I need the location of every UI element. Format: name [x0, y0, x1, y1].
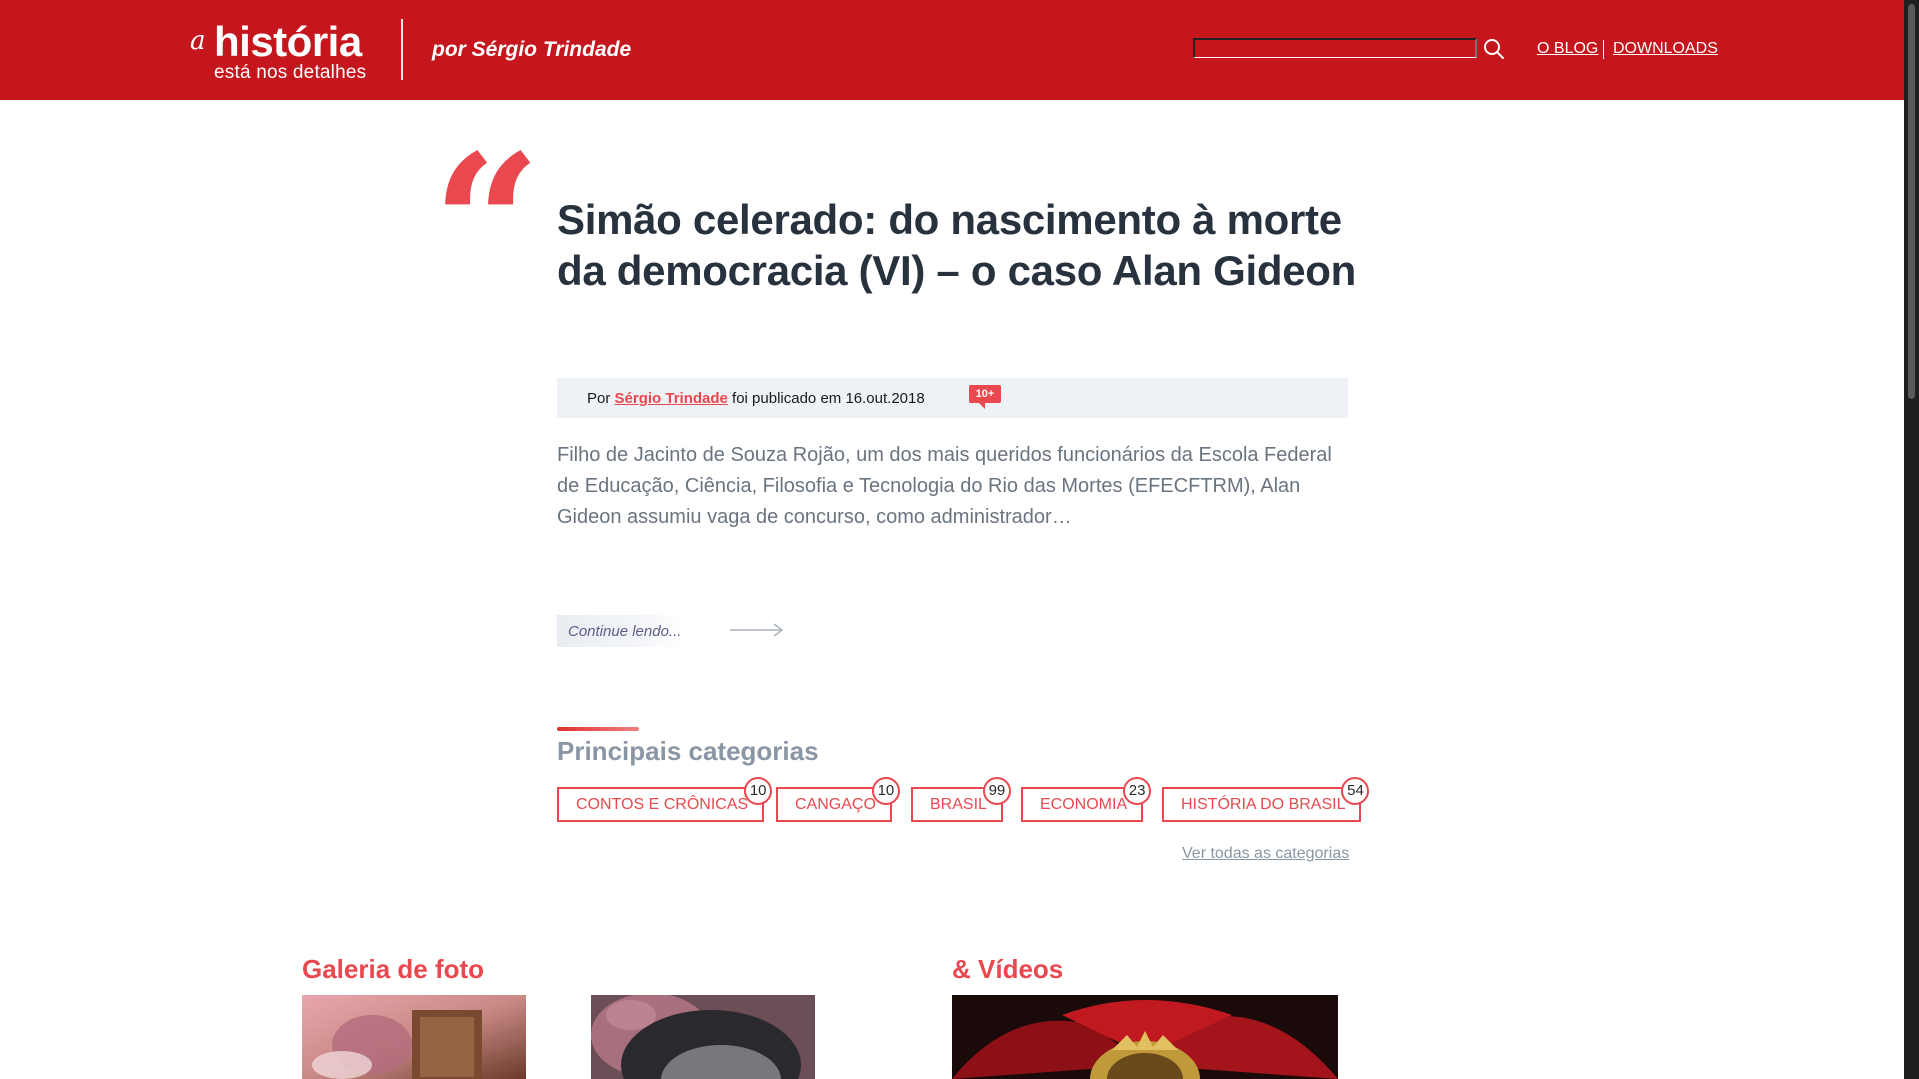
- post-excerpt: Filho de Jacinto de Souza Rojão, um dos …: [557, 444, 1332, 528]
- post-meta: Por Sérgio Trindade foi publicado em 16.…: [587, 390, 925, 407]
- author-link[interactable]: Sérgio Trindade: [615, 390, 728, 407]
- comment-count-badge[interactable]: 10+: [969, 385, 1001, 409]
- category-label: HISTÓRIA DO BRASIL: [1181, 796, 1346, 813]
- search-input[interactable]: [1193, 38, 1477, 58]
- photo-gallery-title: Galeria de foto: [302, 954, 485, 984]
- gallery-photo-image: [591, 995, 815, 1079]
- gallery-photo-image: [302, 995, 526, 1079]
- video-thumbnail-image: [952, 995, 1338, 1079]
- logo-title: história: [214, 18, 362, 65]
- gallery-photo[interactable]: [302, 995, 526, 1079]
- category-label: CANGAÇO: [795, 796, 876, 813]
- video-thumbnail[interactable]: [952, 995, 1338, 1079]
- meta-prefix: Por: [587, 390, 611, 407]
- continue-reading-button[interactable]: Continue lendo...: [557, 615, 682, 647]
- category-label: ECONOMIA: [1040, 796, 1128, 813]
- site-header: a história está nos detalhes por Sérgio …: [0, 0, 1904, 100]
- nav-link-downloads[interactable]: DOWNLOADS: [1613, 40, 1718, 58]
- categories-accent-line: [557, 727, 639, 731]
- nav-separator: [1603, 40, 1604, 59]
- category-tag[interactable]: CONTOS E CRÔNICAS 10: [557, 777, 773, 822]
- gallery-photo[interactable]: [591, 995, 815, 1079]
- videos-title: & Vídeos: [952, 954, 1064, 984]
- category-label: CONTOS E CRÔNICAS: [576, 796, 749, 813]
- quote-mark-icon: “: [432, 113, 542, 336]
- category-count-badge: 99: [982, 777, 1011, 805]
- nav-link-blog[interactable]: O BLOG: [1537, 40, 1598, 58]
- search-icon[interactable]: [1483, 38, 1505, 60]
- category-tag[interactable]: ECONOMIA 23: [1021, 777, 1152, 822]
- categories-title: Principais categorias: [557, 736, 819, 766]
- header-divider: [401, 19, 403, 80]
- category-label: BRASIL: [930, 796, 987, 813]
- category-count-badge: 54: [1341, 777, 1370, 805]
- scrollbar-thumb[interactable]: [1908, 4, 1915, 399]
- category-count-badge: 10: [744, 777, 773, 805]
- category-tag[interactable]: CANGAÇO 10: [776, 777, 900, 822]
- page-scrollbar[interactable]: [1904, 0, 1919, 1079]
- logo-tagline: está nos detalhes: [214, 62, 367, 83]
- publish-date: foi publicado em 16.out.2018: [732, 390, 925, 407]
- category-tag[interactable]: BRASIL 99: [911, 777, 1011, 822]
- header-byline: por Sérgio Trindade: [432, 38, 632, 61]
- see-all-categories-link[interactable]: Ver todas as categorias: [1182, 845, 1349, 863]
- post-title[interactable]: Simão celerado: do nascimento à morte da…: [557, 194, 1357, 296]
- continue-reading-label: Continue lendo...: [568, 623, 682, 640]
- arrow-right-icon[interactable]: [730, 622, 784, 638]
- category-count-badge: 23: [1123, 777, 1152, 805]
- category-count-badge: 10: [871, 777, 900, 805]
- category-tag[interactable]: HISTÓRIA DO BRASIL 54: [1162, 777, 1370, 822]
- post-meta-bar: Por Sérgio Trindade foi publicado em 16.…: [557, 378, 1348, 418]
- logo-mark: a: [190, 26, 206, 56]
